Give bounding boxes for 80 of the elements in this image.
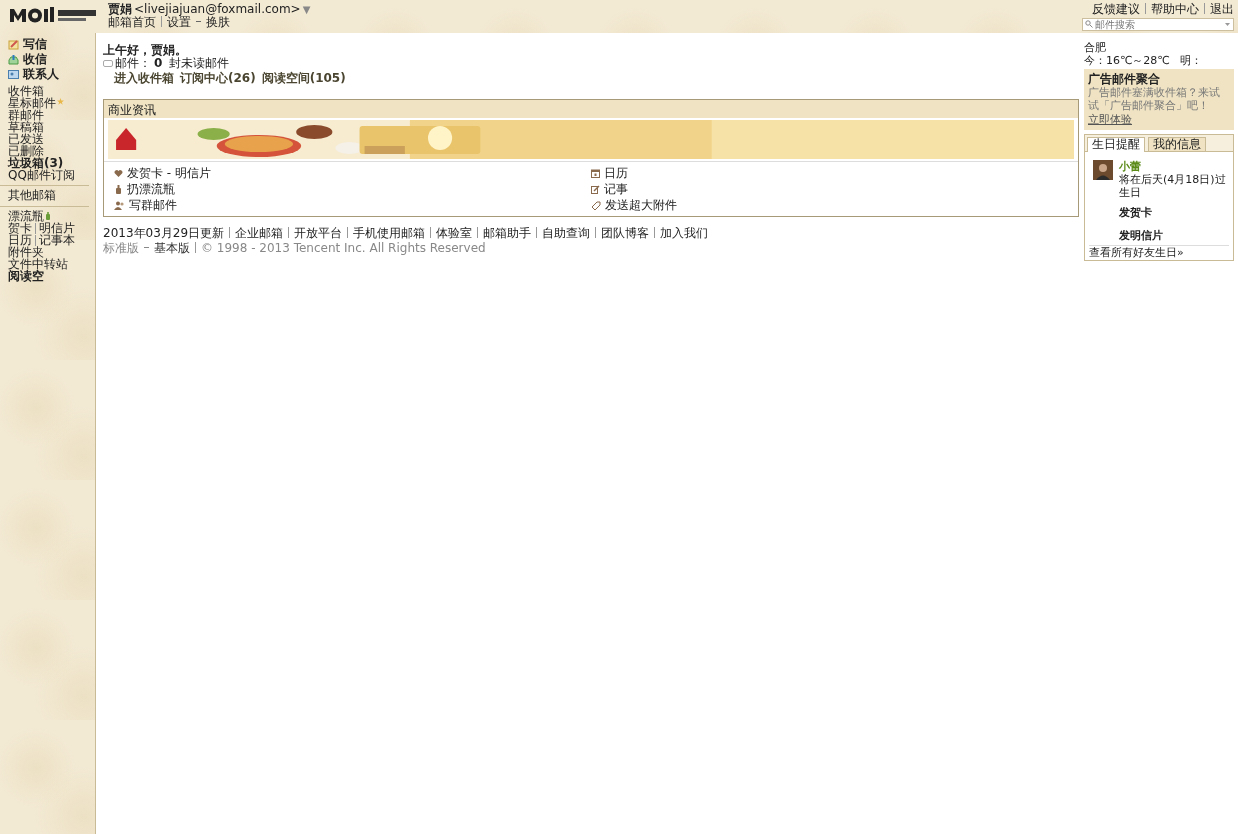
quick-link[interactable]: 进入收件箱 [114,70,174,86]
service-link[interactable]: 发贺卡 - 明信片 [127,165,211,181]
user-email: <livejiajuan@foxmail.com> [134,2,301,16]
sidebar-link[interactable]: 阅读空 [8,270,44,282]
service-link[interactable]: 日历 [604,165,628,181]
folder-link[interactable]: 收件箱 [8,85,44,97]
all-birthdays-link[interactable]: 查看所有好友生日» [1089,245,1229,260]
weather-tomorrow: 明： [1179,54,1202,67]
nav-link[interactable]: 邮箱首页 [108,15,156,29]
footer-link[interactable]: 手机使用邮箱 [353,226,426,240]
weather-city: 合肥 [1084,41,1107,54]
birthday-text: 将在后天(4月18日)过生日 [1119,173,1227,199]
quick-link[interactable]: 订阅中心(26) [180,70,256,86]
tray-icon [8,54,19,65]
folder-link[interactable]: QQ邮件订阅 [8,169,75,181]
footer-link[interactable]: 体验室 [436,226,473,240]
search-icon [1085,20,1093,28]
copyright-text: © 1998 - 2013 Tencent Inc. All Rights Reserved [201,241,486,255]
birthday-action-link[interactable]: 发贺卡 [1119,205,1233,220]
greeting-text: 上午好，贾娟。 [103,42,187,57]
folder-link[interactable]: 草稿箱 [8,121,44,133]
folder-link[interactable]: 垃圾箱(3) [8,157,64,169]
sidebar-link[interactable]: 明信片 [39,222,75,234]
people-icon [114,200,125,210]
service-link[interactable]: 写群邮件 [129,197,177,213]
bottle-icon [114,184,123,194]
search-field[interactable]: 邮件搜索 [1082,18,1234,31]
sidebar-link[interactable]: 日历 [8,234,32,246]
panel-tab[interactable]: 生日提醒 [1087,137,1145,152]
avatar-icon [1093,160,1113,180]
nav-link[interactable]: 换肤 [206,15,230,29]
pencil-icon [8,39,19,50]
try-now-link[interactable]: 立即体验 [1088,113,1132,126]
footer-link[interactable]: 邮箱助手 [483,226,532,240]
sidebar-link[interactable]: 漂流瓶 [8,210,44,222]
tag-icon [591,200,601,210]
heart-icon [114,168,123,178]
service-link[interactable]: 记事 [604,181,628,197]
calendar-icon [591,168,600,178]
sidebar-link[interactable]: 文件中转站 [8,258,68,270]
sidebar-action[interactable]: 收信 [8,52,95,67]
ad-text: 广告邮件塞满收件箱？来试试「广告邮件聚合」吧！ [1088,86,1221,112]
dropdown-arrow-icon[interactable] [1225,23,1230,26]
update-date: 2013年03月29日更新 [103,226,225,240]
pencil-icon [591,184,600,194]
other-mailboxes-link[interactable]: 其他邮箱 [8,189,95,202]
folder-link[interactable]: 已发送 [8,133,44,145]
top-link[interactable]: 帮助中心 [1151,2,1199,16]
service-link[interactable]: 发送超大附件 [605,197,677,213]
sidebar-link[interactable]: 记事本 [39,234,75,246]
footer-link[interactable]: 加入我们 [660,226,709,240]
card-icon [8,69,19,80]
footer-link[interactable]: 团队博客 [601,226,650,240]
sidebar-link[interactable]: 附件夹 [8,246,44,258]
footer-link[interactable]: 企业邮箱 [235,226,284,240]
version-label: 标准版 [103,241,139,255]
sidebar-action[interactable]: 联系人 [8,67,95,82]
nav-link[interactable]: 设置 [167,15,191,29]
footer-link[interactable]: 开放平台 [294,226,343,240]
footer-link[interactable]: 自助查询 [542,226,591,240]
panel-title: 商业资讯 [104,100,1078,118]
birthday-action-link[interactable]: 发明信片 [1119,228,1233,243]
panel-tab[interactable]: 我的信息 [1148,137,1206,151]
user-name: 贾娟 [108,2,132,16]
folder-link[interactable]: 已删除 [8,145,44,157]
envelope-icon [103,60,113,67]
folder-link[interactable]: 星标邮件 [8,97,56,109]
bottle-icon [46,212,50,220]
ad-title: 广告邮件聚合 [1088,72,1161,86]
service-link[interactable]: 扔漂流瓶 [127,181,175,197]
basic-version-link[interactable]: 基本版 [154,241,190,255]
folder-link[interactable]: 群邮件 [8,109,44,121]
top-link[interactable]: 反馈建议 [1092,2,1140,16]
weather-today: 今：16℃～28℃ [1084,54,1170,67]
top-link[interactable]: 退出 [1210,2,1234,16]
unread-mail-status: 邮件： 0 封未读邮件 [115,57,230,70]
friend-name[interactable]: 小蕾 [1119,160,1229,173]
quick-link[interactable]: 阅读空间(105) [261,70,346,86]
sidebar-action[interactable]: 写信 [8,37,95,52]
sidebar-link[interactable]: 贺卡 [8,222,32,234]
